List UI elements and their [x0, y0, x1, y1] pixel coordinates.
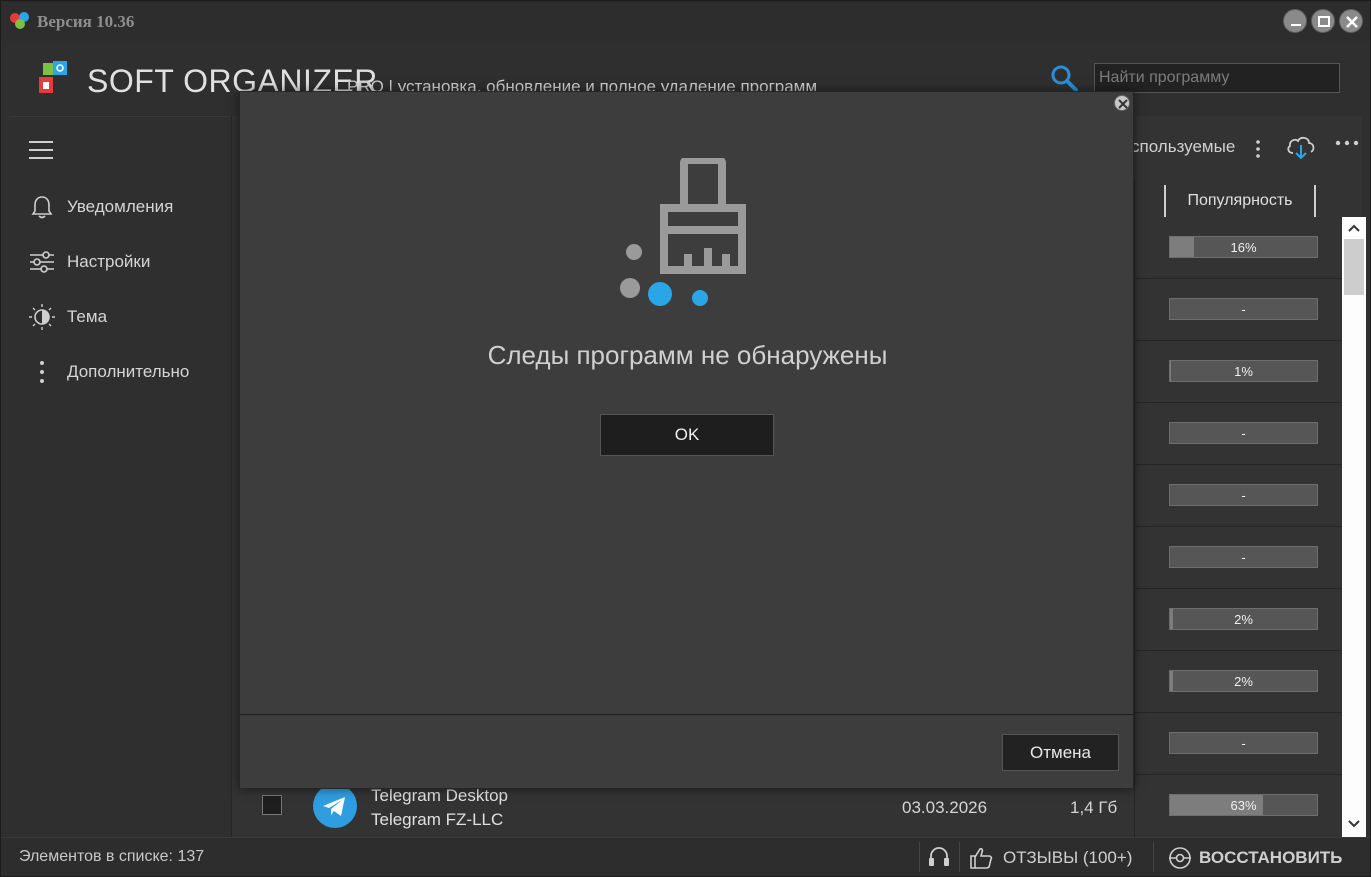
sidebar-item-notifications[interactable]: Уведомления — [25, 192, 225, 222]
sidebar: Уведомления Настройки Тема Дополнительно — [9, 116, 231, 837]
maximize-button[interactable] — [1311, 9, 1335, 33]
scroll-up-icon[interactable] — [1347, 221, 1361, 235]
sidebar-item-label: Настройки — [67, 252, 151, 271]
popularity-value: - — [1241, 549, 1246, 565]
status-divider — [919, 842, 920, 872]
traces-not-found-dialog: Следы программ не обнаружены OK Отмена — [239, 91, 1134, 789]
program-name: Telegram Desktop — [371, 786, 509, 805]
row-checkbox[interactable] — [262, 795, 282, 815]
telegram-app-icon — [313, 784, 357, 828]
status-divider — [1153, 842, 1154, 872]
popularity-value: 63% — [1230, 797, 1257, 813]
scroll-thumb[interactable] — [1344, 239, 1364, 295]
popularity-bar: - — [1169, 546, 1318, 568]
row-divider — [1134, 340, 1342, 341]
status-bar: Элементов в списке: 137 ОТЗЫВЫ (100+) ВО… — [1, 837, 1370, 876]
dialog-message: Следы программ не обнаружены — [487, 340, 888, 370]
reviews-label: ОТЗЫВЫ (100+) — [1003, 848, 1133, 867]
thumbs-up-icon — [970, 847, 993, 869]
cloud-download-icon[interactable] — [1285, 131, 1317, 163]
popularity-bar: - — [1169, 422, 1318, 444]
row-divider — [1134, 650, 1342, 651]
popularity-bar: 63% — [1169, 794, 1318, 816]
filter-options-icon[interactable] — [1255, 139, 1261, 159]
popularity-bar: - — [1169, 298, 1318, 320]
sliders-icon — [30, 251, 54, 273]
sidebar-item-settings[interactable]: Настройки — [25, 247, 225, 277]
vertical-scrollbar[interactable] — [1342, 217, 1366, 837]
popularity-bar: 16% — [1169, 236, 1318, 258]
row-divider — [1134, 278, 1342, 279]
close-icon — [1346, 16, 1358, 28]
bell-icon — [31, 196, 53, 219]
popularity-value: - — [1241, 425, 1246, 441]
popularity-value: - — [1241, 735, 1246, 751]
popularity-value: 2% — [1234, 611, 1253, 627]
minimize-button[interactable] — [1283, 9, 1307, 33]
support-headset-icon[interactable] — [927, 844, 951, 870]
popularity-value: 16% — [1230, 239, 1257, 255]
telegram-plane-icon — [323, 797, 345, 816]
row-divider — [1134, 712, 1342, 713]
popularity-value: - — [1241, 487, 1246, 503]
program-install-date: 03.03.2026 — [902, 798, 988, 817]
hamburger-menu-icon[interactable] — [29, 139, 55, 161]
theme-icon — [29, 304, 55, 330]
restore-button[interactable]: ВОССТАНОВИТЬ — [1167, 843, 1342, 873]
popularity-bar: - — [1169, 732, 1318, 754]
popularity-value: 2% — [1234, 673, 1253, 689]
status-divider — [959, 842, 960, 872]
popularity-bar: 1% — [1169, 360, 1318, 382]
popularity-value: 1% — [1234, 363, 1253, 379]
search-icon[interactable] — [1049, 63, 1079, 93]
cancel-button[interactable]: Отмена — [1002, 734, 1119, 771]
program-publisher: Telegram FZ-LLC — [371, 810, 504, 829]
popularity-bar: - — [1169, 484, 1318, 506]
row-divider — [1134, 464, 1342, 465]
row-divider — [1134, 774, 1342, 775]
reviews-button[interactable]: ОТЗЫВЫ (100+) — [969, 843, 1132, 873]
title-bar: Версия 10.36 — [1, 1, 1370, 41]
sidebar-item-additional[interactable]: Дополнительно — [25, 357, 225, 387]
popularity-value: - — [1241, 301, 1246, 317]
close-window-button[interactable] — [1339, 9, 1363, 33]
dialog-divider — [240, 714, 1133, 715]
program-size: 1,4 Гб — [1070, 798, 1118, 817]
kebab-icon — [40, 361, 44, 383]
soft-organizer-logo-icon — [39, 61, 67, 93]
popularity-column-header[interactable]: Популярность — [1164, 185, 1316, 217]
window-title: Версия 10.36 — [37, 12, 135, 31]
app-window: Версия 10.36 SOFT ORGANIZER PRO | устано… — [0, 0, 1371, 877]
restore-icon — [1169, 847, 1191, 869]
restore-label: ВОССТАНОВИТЬ — [1199, 848, 1343, 867]
filter-dropdown[interactable]: спользуемые — [1131, 137, 1235, 157]
row-divider — [1134, 526, 1342, 527]
scroll-down-icon[interactable] — [1347, 817, 1361, 831]
app-logo-icon — [10, 12, 29, 29]
sidebar-item-label: Уведомления — [67, 197, 174, 216]
sidebar-item-label: Дополнительно — [67, 362, 190, 381]
ok-button[interactable]: OK — [600, 414, 774, 456]
search-input[interactable] — [1094, 63, 1340, 93]
maximize-icon — [1318, 16, 1330, 27]
dialog-close-button[interactable] — [1114, 95, 1130, 111]
sidebar-item-label: Тема — [67, 307, 108, 326]
close-icon — [1118, 99, 1128, 109]
row-divider — [1134, 588, 1342, 589]
minimize-icon — [1291, 24, 1301, 26]
broom-icon — [620, 158, 746, 306]
popularity-bar: 2% — [1169, 608, 1318, 630]
popularity-bar: 2% — [1169, 670, 1318, 692]
more-options-icon[interactable] — [1334, 139, 1360, 147]
row-divider — [1134, 402, 1342, 403]
sidebar-item-theme[interactable]: Тема — [25, 302, 225, 332]
items-count: Элементов в списке: 137 — [19, 848, 205, 865]
